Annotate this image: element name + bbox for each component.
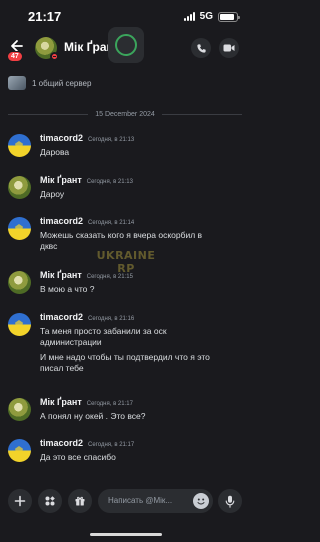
circle-icon <box>115 34 137 56</box>
ukraine-flag-avatar[interactable] <box>8 217 31 240</box>
message-text: Да это все спасибо <box>40 452 116 462</box>
message-timestamp: Сегодня, в 21:13 <box>86 179 133 185</box>
emoji-icon[interactable] <box>193 493 209 509</box>
mik-avatar[interactable] <box>8 176 31 199</box>
network-type: 5G <box>199 11 213 22</box>
microphone-icon <box>225 495 235 508</box>
mutual-servers-row[interactable]: 1 общий сервер <box>8 74 91 92</box>
apps-button[interactable] <box>38 489 62 513</box>
signal-icon <box>183 12 195 21</box>
message-author[interactable]: Мік Ґрант <box>40 175 82 185</box>
message-composer: Написать @Мік... <box>0 484 250 520</box>
message-text: А понял ну окей . Это все? <box>40 411 146 421</box>
message-item[interactable]: timacord2 Сегодня, в 21:16 Та меня просто… <box>0 310 250 382</box>
message-text: В мою а что ? <box>40 284 95 294</box>
message-text: Дароу <box>40 189 65 199</box>
voice-message-button[interactable] <box>218 489 242 513</box>
ukraine-flag-avatar[interactable] <box>8 313 31 336</box>
message-timestamp: Сегодня, в 21:14 <box>88 220 135 226</box>
message-item[interactable]: timacord2 Сегодня, в 21:17 Да это все спа… <box>0 436 250 466</box>
message-author[interactable]: timacord2 <box>40 438 83 448</box>
ukraine-flag-avatar[interactable] <box>8 439 31 462</box>
message-timestamp: Сегодня, в 21:15 <box>86 274 133 280</box>
voice-call-button[interactable] <box>191 38 211 58</box>
video-call-button[interactable] <box>219 38 239 58</box>
message-timestamp: Сегодня, в 21:13 <box>88 137 135 143</box>
divider-line <box>8 113 89 115</box>
date-label: 15 December 2024 <box>95 110 155 118</box>
dnd-status-icon <box>50 52 59 61</box>
message-timestamp: Сегодня, в 21:17 <box>88 442 135 448</box>
message-item[interactable]: Мік Ґрант Сегодня, в 21:15 В мою а что ? <box>0 268 250 298</box>
video-camera-icon <box>223 44 235 52</box>
divider-line <box>161 113 243 115</box>
message-text: Та меня просто забанили за оск администра… <box>40 326 167 347</box>
date-divider: 15 December 2024 <box>8 109 243 119</box>
message-author[interactable]: Мік Ґрант <box>40 270 82 280</box>
message-text: Дарова <box>40 147 70 157</box>
message-input-placeholder: Написать @Мік... <box>108 496 173 505</box>
message-author[interactable]: Мік Ґрант <box>40 397 82 407</box>
status-indicators: 5G <box>183 11 240 22</box>
mik-avatar[interactable] <box>8 398 31 421</box>
avatar[interactable] <box>35 37 59 61</box>
message-author[interactable]: timacord2 <box>40 312 83 322</box>
mutual-servers-text: 1 общий сервер <box>32 78 92 88</box>
add-attachment-button[interactable] <box>8 489 32 513</box>
battery-icon <box>218 11 240 22</box>
apps-icon <box>45 496 55 506</box>
message-author[interactable]: timacord2 <box>40 216 83 226</box>
message-item[interactable]: timacord2 Сегодня, в 21:13 Дарова <box>0 131 250 161</box>
message-timestamp: Сегодня, в 21:17 <box>86 401 133 407</box>
home-indicator[interactable] <box>90 533 162 536</box>
plus-icon <box>14 495 26 507</box>
gift-icon <box>75 496 85 506</box>
mik-avatar[interactable] <box>8 271 31 294</box>
message-timestamp: Сегодня, в 21:16 <box>88 316 135 322</box>
dm-header: 47 Мік Ґрант › <box>0 27 250 68</box>
message-item[interactable]: Мік Ґрант Сегодня, в 21:17 А понял ну оке… <box>0 395 250 425</box>
screen-recording-overlay <box>108 27 144 63</box>
gift-button[interactable] <box>68 489 92 513</box>
message-author[interactable]: timacord2 <box>40 133 83 143</box>
unread-badge: 47 <box>7 51 23 62</box>
server-icon <box>8 76 26 90</box>
status-time: 21:17 <box>28 9 62 24</box>
ukraine-flag-avatar[interactable] <box>8 134 31 157</box>
message-item[interactable]: timacord2 Сегодня, в 21:14 Можешь сказать… <box>0 214 250 256</box>
phone-icon <box>196 43 206 53</box>
message-item[interactable]: Мік Ґрант Сегодня, в 21:13 Дароу <box>0 173 250 203</box>
message-text: Можешь сказать кого я вчера оскорбил в дк… <box>40 230 203 251</box>
dm-screen: 21:17 5G 47 Мік Ґрант › <box>0 0 250 542</box>
message-input[interactable]: Написать @Мік... <box>98 489 213 513</box>
message-text: И мне надо чтобы ты подтвердил что я это… <box>40 352 210 373</box>
